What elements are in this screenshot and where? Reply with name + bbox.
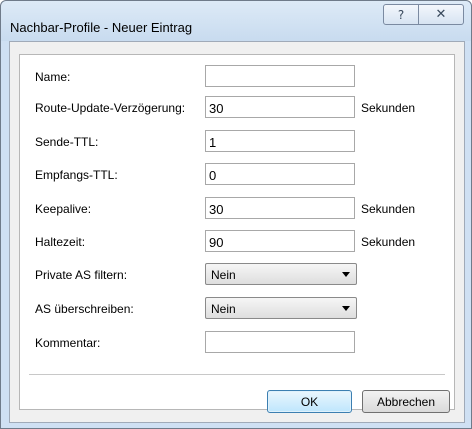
help-button[interactable]: ? bbox=[383, 4, 419, 25]
as-override-select[interactable]: Nein bbox=[205, 297, 357, 319]
dialog-client-area: Name: Route-Update-Verzögerung: Sekunden… bbox=[9, 41, 465, 423]
cancel-button[interactable]: Abbrechen bbox=[362, 390, 450, 413]
route-update-unit: Sekunden bbox=[361, 101, 416, 115]
dialog-window: Nachbar-Profile - Neuer Eintrag ? ✕ Name… bbox=[0, 0, 472, 429]
name-input[interactable] bbox=[205, 65, 355, 87]
name-label: Name: bbox=[35, 70, 71, 84]
keepalive-input[interactable] bbox=[205, 197, 355, 219]
row-recv-ttl: Empfangs-TTL: bbox=[20, 163, 454, 187]
route-update-label: Route-Update-Verzögerung: bbox=[35, 101, 186, 115]
send-ttl-label: Sende-TTL: bbox=[35, 135, 99, 149]
hold-time-label: Haltezeit: bbox=[35, 235, 86, 249]
as-override-value: Nein bbox=[211, 302, 236, 316]
title-bar: Nachbar-Profile - Neuer Eintrag ? ✕ bbox=[1, 1, 471, 41]
recv-ttl-label: Empfangs-TTL: bbox=[35, 168, 118, 182]
private-as-filter-value: Nein bbox=[211, 268, 236, 282]
row-hold-time: Haltezeit: Sekunden bbox=[20, 230, 454, 254]
title-bar-buttons: ? ✕ bbox=[383, 4, 464, 25]
keepalive-label: Keepalive: bbox=[35, 202, 92, 216]
dialog-title: Nachbar-Profile - Neuer Eintrag bbox=[10, 20, 193, 35]
hold-time-unit: Sekunden bbox=[361, 235, 416, 249]
form-panel: Name: Route-Update-Verzögerung: Sekunden… bbox=[19, 54, 455, 413]
send-ttl-input[interactable] bbox=[205, 130, 355, 152]
row-private-as-filter: Private AS filtern: Nein bbox=[20, 263, 454, 287]
private-as-filter-select[interactable]: Nein bbox=[205, 263, 357, 285]
row-send-ttl: Sende-TTL: bbox=[20, 130, 454, 154]
divider bbox=[29, 374, 445, 375]
close-icon: ✕ bbox=[435, 7, 447, 22]
row-name: Name: bbox=[20, 65, 454, 89]
as-override-label: AS überschreiben: bbox=[35, 302, 134, 316]
ok-button[interactable]: OK bbox=[267, 390, 352, 413]
recv-ttl-input[interactable] bbox=[205, 163, 355, 185]
chevron-down-icon bbox=[342, 306, 350, 311]
help-icon: ? bbox=[397, 7, 405, 22]
close-button[interactable]: ✕ bbox=[419, 4, 464, 25]
row-as-override: AS überschreiben: Nein bbox=[20, 297, 454, 321]
route-update-input[interactable] bbox=[205, 96, 355, 118]
row-route-update: Route-Update-Verzögerung: Sekunden bbox=[20, 96, 454, 120]
comment-input[interactable] bbox=[205, 331, 355, 353]
chevron-down-icon bbox=[342, 272, 350, 277]
comment-label: Kommentar: bbox=[35, 336, 101, 350]
row-keepalive: Keepalive: Sekunden bbox=[20, 197, 454, 221]
row-comment: Kommentar: bbox=[20, 331, 454, 355]
private-as-filter-label: Private AS filtern: bbox=[35, 268, 128, 282]
hold-time-input[interactable] bbox=[205, 230, 355, 252]
keepalive-unit: Sekunden bbox=[361, 202, 416, 216]
